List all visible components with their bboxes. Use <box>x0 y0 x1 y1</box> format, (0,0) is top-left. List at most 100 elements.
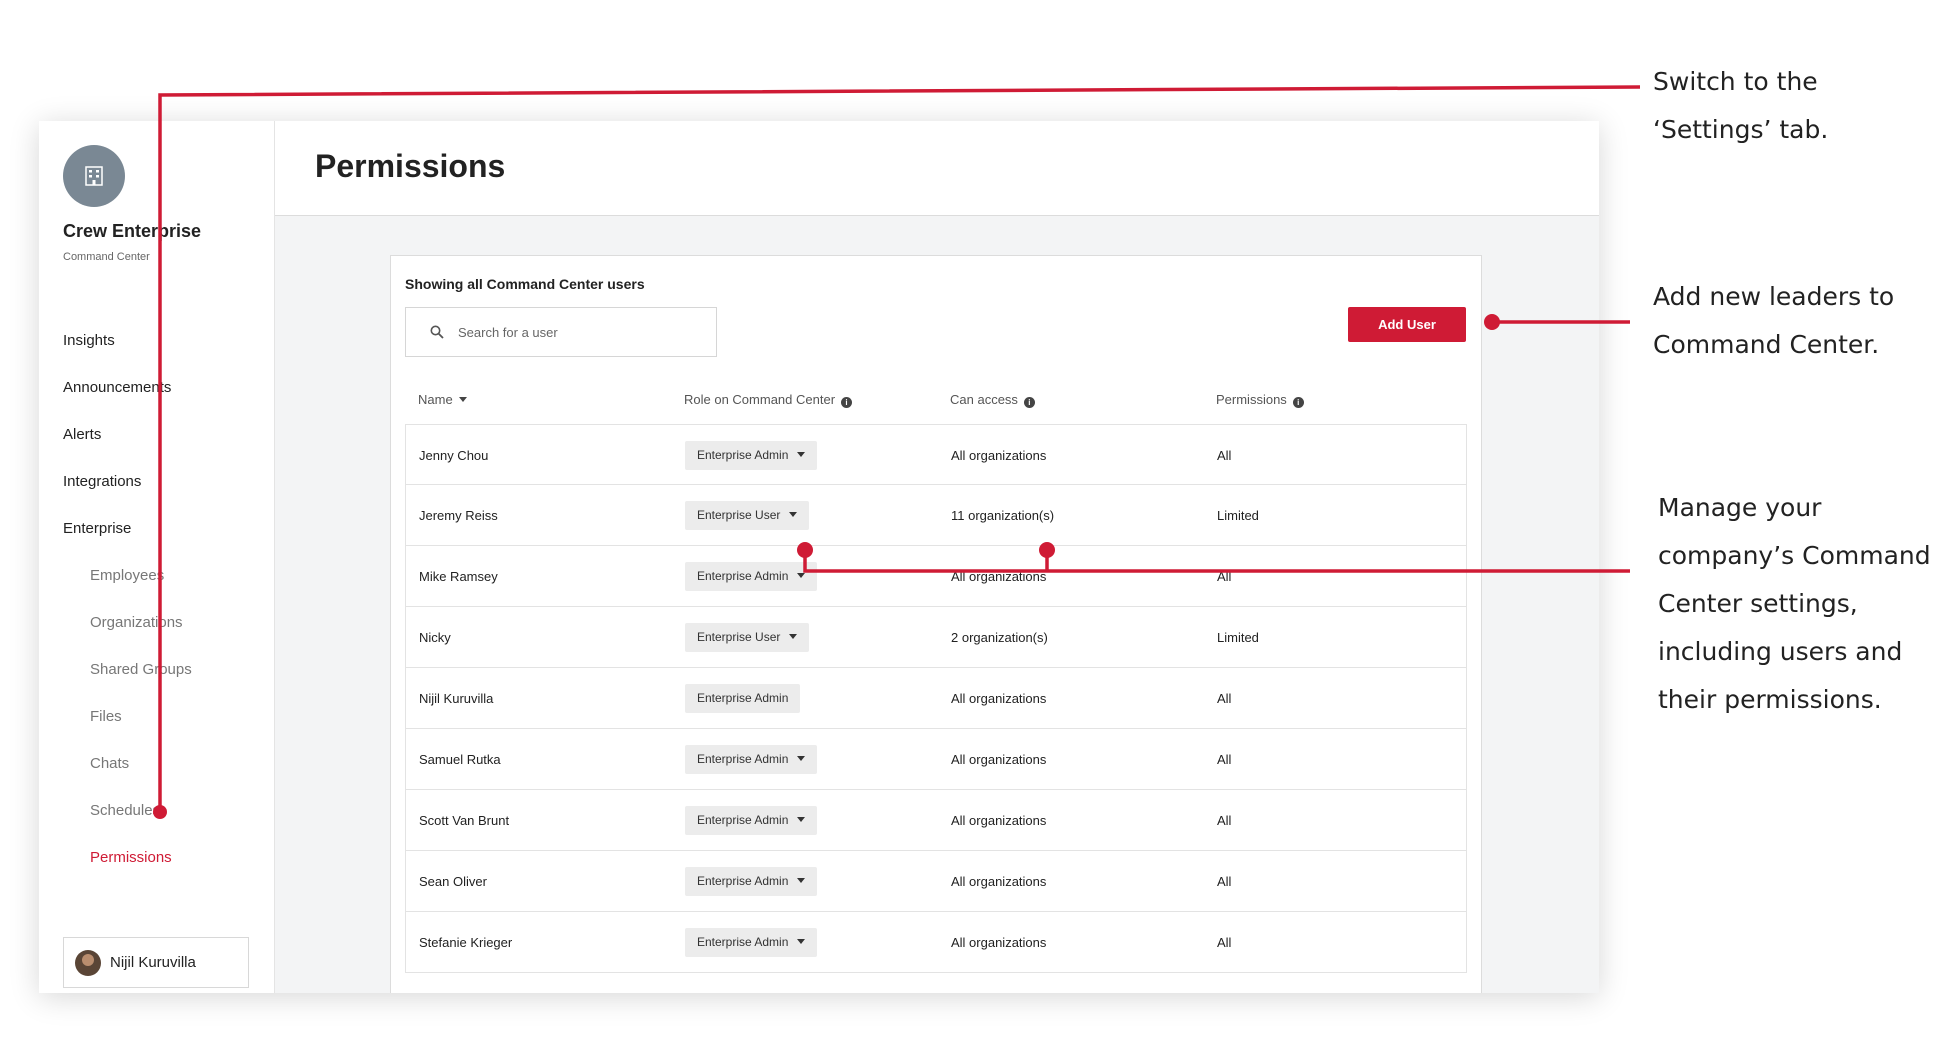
table-row[interactable]: Nicky Enterprise User 2 organization(s) Lim… <box>405 607 1467 668</box>
table-row[interactable]: Stefanie Krieger Enterprise Admin All orga… <box>405 912 1467 973</box>
table-row[interactable]: Jenny Chou Enterprise Admin All organizati… <box>405 424 1467 485</box>
access-value: All organizations <box>951 448 1047 463</box>
page-title: Permissions <box>315 148 506 184</box>
search-box[interactable] <box>405 307 717 357</box>
annotation-manage-line: Manage your <box>1658 493 1822 522</box>
annotation-settings-line: Switch to the <box>1653 67 1818 96</box>
info-icon[interactable]: i <box>1023 397 1035 408</box>
search-input[interactable] <box>456 323 700 341</box>
user-name: Jenny Chou <box>419 448 489 463</box>
permissions-value: All <box>1217 691 1232 706</box>
page-header: Permissions <box>275 121 1599 216</box>
table-row[interactable]: Nijil Kuruvilla Enterprise Admin All organ… <box>405 668 1467 729</box>
users-panel: Showing all Command Center users Add Use… <box>390 255 1482 993</box>
caret-down-icon <box>797 817 806 822</box>
table-row[interactable]: Jeremy Reiss Enterprise User 11 organizati… <box>405 485 1467 546</box>
table-row[interactable]: Samuel Rutka Enterprise Admin All organiza… <box>405 729 1467 790</box>
access-value: All organizations <box>951 935 1047 950</box>
caret-down-icon <box>797 573 806 578</box>
annotation-manage-line: Center settings, <box>1658 589 1858 618</box>
annotation-add-leaders: Add new leaders to Command Center. <box>1653 273 1894 369</box>
role-dropdown[interactable]: Enterprise Admin <box>685 928 818 957</box>
org-name: Crew Enterprise <box>63 221 202 241</box>
table-row[interactable]: Mike Ramsey Enterprise Admin All organizat… <box>405 546 1467 607</box>
sidebar-item-permissions[interactable]: Permissions <box>39 834 274 881</box>
app-window: Crew Enterprise Command Center Insights … <box>39 121 1599 993</box>
sidebar-item-chats[interactable]: Chats <box>39 740 274 787</box>
role-label: Enterprise Admin <box>697 935 789 949</box>
access-value: All organizations <box>951 569 1047 584</box>
info-icon[interactable]: i <box>1292 397 1304 408</box>
sidebar-item-announcements[interactable]: Announcements <box>39 364 274 411</box>
profile-name: Nijil Kuruvilla <box>110 954 196 971</box>
user-name: Stefanie Krieger <box>419 935 513 950</box>
sidebar-item-integrations[interactable]: Integrations <box>39 458 274 505</box>
role-dropdown[interactable]: Enterprise Admin <box>685 806 818 835</box>
user-name: Jeremy Reiss <box>419 508 498 523</box>
column-header-name[interactable]: Name <box>418 376 467 424</box>
sidebar-item-alerts[interactable]: Alerts <box>39 411 274 458</box>
annotation-add-leaders-line: Command Center. <box>1653 330 1880 359</box>
role-dropdown[interactable]: Enterprise Admin <box>685 745 818 774</box>
role-label: Enterprise Admin <box>697 813 789 827</box>
table-header: Name Role on Command Center i Can access i… <box>405 376 1467 424</box>
building-icon <box>85 166 103 186</box>
user-name: Scott Van Brunt <box>419 813 510 828</box>
annotation-add-leaders-line: Add new leaders to <box>1653 282 1895 311</box>
permissions-value: All <box>1217 813 1232 828</box>
users-table: Name Role on Command Center i Can access i… <box>405 376 1467 973</box>
sidebar-item-files[interactable]: Files <box>39 693 274 740</box>
access-value: 2 organization(s) <box>951 630 1048 645</box>
sidebar-item-employees[interactable]: Employees <box>39 552 274 599</box>
role-dropdown[interactable]: Enterprise Admin <box>685 562 818 591</box>
role-label: Enterprise Admin <box>697 691 789 705</box>
annotation-settings-line: ‘Settings’ tab. <box>1653 115 1829 144</box>
annotation-manage-line: company’s Command <box>1658 541 1931 570</box>
access-value: 11 organization(s) <box>951 508 1055 523</box>
sidebar-item-schedules[interactable]: Schedules <box>39 787 274 834</box>
permissions-value: All <box>1217 935 1232 950</box>
access-value: All organizations <box>951 752 1047 767</box>
table-body: Jenny Chou Enterprise Admin All organizati… <box>405 424 1467 973</box>
table-row[interactable]: Sean Oliver Enterprise Admin All organizat… <box>405 851 1467 912</box>
role-dropdown[interactable]: Enterprise User <box>685 623 810 652</box>
caret-down-icon <box>789 634 798 639</box>
annotation-settings: Switch to the ‘Settings’ tab. <box>1653 58 1828 154</box>
user-name: Nijil Kuruvilla <box>419 691 494 706</box>
annotation-manage: Manage your company’s Command Center set… <box>1658 484 1931 724</box>
access-value: All organizations <box>951 874 1047 889</box>
caret-down-icon <box>789 512 798 517</box>
sidebar-item-organizations[interactable]: Organizations <box>39 599 274 646</box>
caret-down-icon <box>797 452 806 457</box>
role-label: Enterprise Admin <box>697 569 789 583</box>
column-header-role-label: Role on Command Center <box>684 392 836 407</box>
user-name: Sean Oliver <box>419 874 487 889</box>
sidebar-nav: Insights Announcements Alerts Integratio… <box>39 317 274 881</box>
access-value: All organizations <box>951 691 1047 706</box>
access-value: All organizations <box>951 813 1047 828</box>
sidebar-item-enterprise[interactable]: Enterprise <box>39 505 274 552</box>
role-dropdown[interactable]: Enterprise Admin <box>685 867 818 896</box>
avatar <box>75 949 101 976</box>
role-label: Enterprise User <box>697 508 781 522</box>
table-row[interactable]: Scott Van Brunt Enterprise Admin All organ… <box>405 790 1467 851</box>
profile-button[interactable]: Nijil Kuruvilla <box>63 937 249 988</box>
column-header-permissions: Permissions i <box>1216 376 1304 424</box>
permissions-value: Limited <box>1217 630 1259 645</box>
user-name: Samuel Rutka <box>419 752 501 767</box>
role-dropdown[interactable]: Enterprise User <box>685 501 810 530</box>
user-name: Nicky <box>419 630 451 645</box>
org-avatar[interactable] <box>63 145 125 207</box>
add-user-button[interactable]: Add User <box>1348 307 1466 342</box>
column-header-role: Role on Command Center i <box>684 376 853 424</box>
sidebar-item-shared-groups[interactable]: Shared Groups <box>39 646 274 693</box>
sidebar-item-insights[interactable]: Insights <box>39 317 274 364</box>
search-icon <box>430 325 444 339</box>
caret-down-icon <box>797 939 806 944</box>
annotation-manage-line: their permissions. <box>1658 685 1882 714</box>
permissions-value: Limited <box>1217 508 1259 523</box>
caret-down-icon <box>458 397 467 402</box>
info-icon[interactable]: i <box>841 397 853 408</box>
role-dropdown[interactable]: Enterprise Admin <box>685 441 818 470</box>
permissions-value: All <box>1217 569 1232 584</box>
